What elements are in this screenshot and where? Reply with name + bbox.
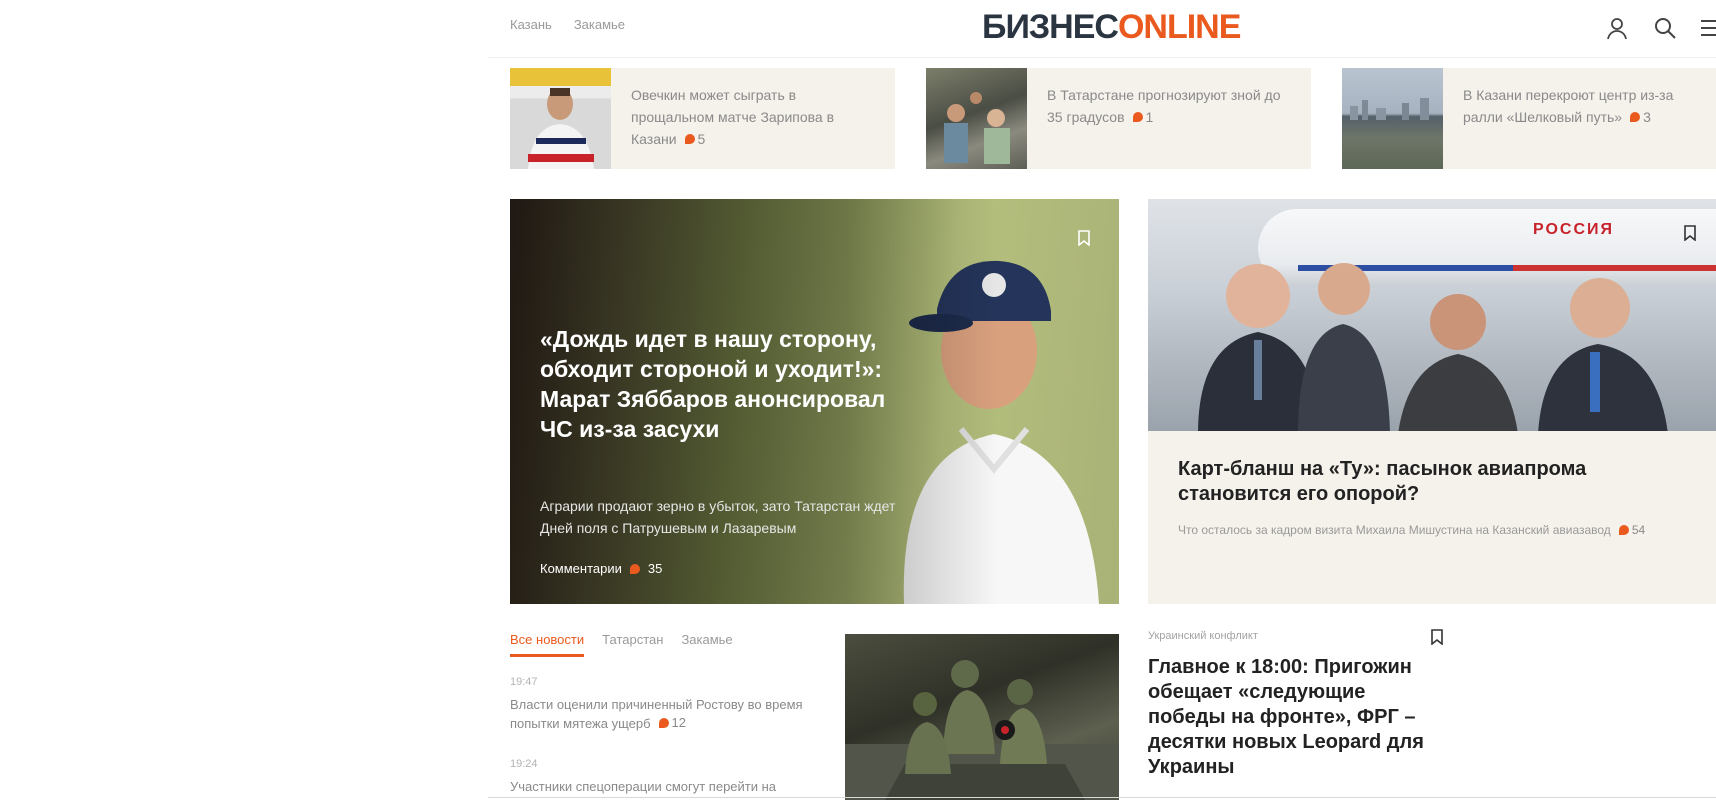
- top-news-title: В Татарстане прогнозируют зной до 35 гра…: [1047, 87, 1281, 125]
- logo-part-accent: ONLINE: [1117, 8, 1241, 46]
- comment-count: 1: [1132, 106, 1154, 128]
- hero-title[interactable]: «Дождь идет в нашу сторону, обходит стор…: [540, 324, 900, 444]
- bookmark-icon[interactable]: [1077, 230, 1091, 247]
- featured-title[interactable]: Карт-бланш на «Ту»: пасынок авиапрома ст…: [1178, 457, 1698, 507]
- comment-count-value: 35: [647, 561, 663, 576]
- bookmark-icon[interactable]: [1430, 629, 1444, 646]
- rubric-label[interactable]: Украинский конфликт: [1148, 630, 1258, 642]
- comment-count-value: 12: [671, 715, 686, 730]
- news-title-text: Власти оценили причиненный Ростову во вр…: [510, 697, 803, 731]
- top-news-text: Овечкин может сыграть в прощальном матче…: [611, 68, 895, 169]
- bookmark-icon[interactable]: [1683, 225, 1697, 242]
- hero-comments[interactable]: Комментарии 35: [540, 561, 662, 576]
- user-icon[interactable]: [1604, 15, 1630, 41]
- tab-all-news[interactable]: Все новости: [510, 632, 585, 657]
- comment-icon: [629, 563, 640, 574]
- comment-count: 12: [658, 714, 686, 732]
- skyline-icon: [1350, 98, 1429, 120]
- comment-count: 5: [684, 128, 706, 150]
- main-news-title[interactable]: Главное к 18:00: Пригожин обещает «следу…: [1148, 655, 1448, 780]
- city-skyline-thumbnail: [1342, 68, 1443, 169]
- tab-tatarstan[interactable]: Татарстан: [602, 632, 663, 657]
- officials-near-plane-photo: РОССИЯ: [1148, 199, 1716, 431]
- crowd-figures-icon: [944, 92, 1010, 164]
- featured-article-card[interactable]: РОССИЯ Карт-бланш на «Ту»: пасынок авиап…: [1148, 199, 1716, 604]
- comment-count-value: 1: [1145, 109, 1154, 125]
- news-title[interactable]: Участники спецоперации смогут перейти на: [510, 778, 820, 796]
- player-figure-icon: [528, 88, 594, 169]
- top-news-text: В Татарстане прогнозируют зной до 35 гра…: [1027, 68, 1311, 169]
- search-icon[interactable]: [1652, 15, 1678, 41]
- comment-icon: [1132, 112, 1143, 122]
- hockey-player-thumbnail: [510, 68, 611, 169]
- featured-subtitle: Что осталось за кадром визита Михаила Ми…: [1178, 523, 1611, 537]
- hero-lead: Аграрии продают зерно в убыток, зато Тат…: [540, 498, 896, 536]
- comment-count[interactable]: 54: [1618, 523, 1646, 537]
- list-item[interactable]: 19:47 Власти оценили причиненный Ростову…: [510, 676, 820, 733]
- top-news-title: Овечкин может сыграть в прощальном матче…: [631, 87, 835, 147]
- site-logo[interactable]: БИЗНЕСONLINE: [982, 8, 1241, 47]
- page: Казань Закамье БИЗНЕСONLINE Овечкин може…: [488, 0, 1716, 800]
- news-title[interactable]: Власти оценили причиненный Ростову во вр…: [510, 696, 820, 733]
- frame-divider: [488, 797, 1716, 798]
- comment-count-value: 3: [1643, 109, 1651, 125]
- comment-icon: [1618, 525, 1629, 535]
- city-link-kazan[interactable]: Казань: [510, 17, 552, 32]
- news-time: 19:47: [510, 676, 538, 688]
- comment-count-value: 5: [697, 131, 706, 147]
- comment-icon: [1630, 112, 1641, 122]
- city-links: Казань Закамье: [510, 17, 625, 32]
- featured-subtitle-row: Что осталось за кадром визита Михаила Ми…: [1178, 523, 1645, 537]
- top-news-card[interactable]: В Татарстане прогнозируют зной до 35 гра…: [926, 68, 1311, 169]
- top-news-text: В Казани перекроют центр из-за ралли «Ше…: [1443, 68, 1716, 169]
- top-news-card[interactable]: В Казани перекроют центр из-за ралли «Ше…: [1342, 68, 1716, 169]
- soldiers-figure: [845, 660, 1119, 800]
- logo-part-dark: БИЗНЕС: [982, 8, 1119, 46]
- comment-icon: [684, 134, 695, 144]
- site-header: Казань Закамье БИЗНЕСONLINE: [488, 0, 1716, 58]
- news-time: 19:24: [510, 758, 538, 770]
- news-feed-tabs: Все новости Татарстан Закамье: [510, 632, 733, 657]
- comment-count-value: 54: [1631, 523, 1646, 537]
- crowd-thumbnail: [926, 68, 1027, 169]
- comments-label: Комментарии: [540, 561, 622, 576]
- menu-icon[interactable]: [1698, 15, 1716, 41]
- group-of-officials-figure: [1198, 263, 1668, 431]
- soldiers-on-vehicle-photo[interactable]: [845, 634, 1119, 800]
- list-item[interactable]: 19:24 Участники спецоперации смогут пере…: [510, 758, 820, 796]
- comment-count: 3: [1630, 106, 1651, 128]
- hero-article[interactable]: «Дождь идет в нашу сторону, обходит стор…: [510, 199, 1119, 604]
- tab-zakamye[interactable]: Закамье: [681, 632, 732, 657]
- city-link-zakamye[interactable]: Закамье: [574, 17, 625, 32]
- comment-icon: [658, 718, 669, 728]
- top-news-card[interactable]: Овечкин может сыграть в прощальном матче…: [510, 68, 895, 169]
